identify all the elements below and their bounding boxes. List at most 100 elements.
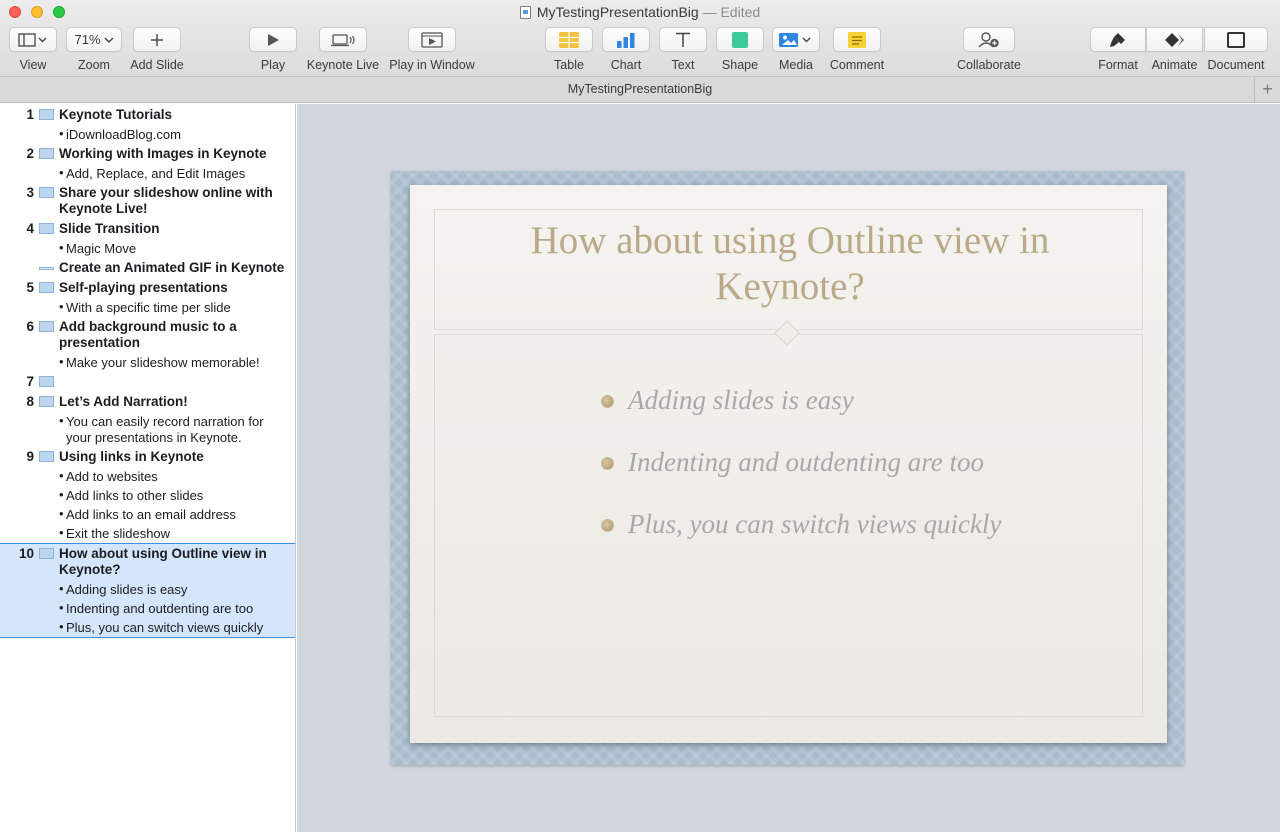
outline-bullet[interactable]: • Adding slides is easy <box>0 580 295 599</box>
new-tab-button[interactable]: + <box>1254 77 1280 102</box>
collaborate-button[interactable]: Collaborate <box>953 27 1025 72</box>
slide-number: 3 <box>26 185 34 200</box>
outline-slide-3[interactable]: 3 Share your slideshow online with Keynot… <box>0 183 295 219</box>
format-brush-icon <box>1090 27 1146 52</box>
outline-slide-row[interactable]: 6 Add background music to a presentation <box>0 317 295 353</box>
comment-icon <box>833 27 881 52</box>
slide-thumbnail-icon[interactable] <box>39 223 54 234</box>
bullet-icon <box>602 396 613 407</box>
outline-bullet[interactable]: • Add, Replace, and Edit Images <box>0 164 295 183</box>
document-button[interactable]: Document <box>1203 27 1269 72</box>
skipped-slide-icon[interactable] <box>39 267 54 270</box>
slide-thumbnail-icon[interactable] <box>39 282 54 293</box>
bullet-dot-icon: • <box>59 126 64 141</box>
bullet-dot-icon: • <box>59 165 64 180</box>
slide-body[interactable]: Adding slides is easy Indenting and outd… <box>602 385 1001 571</box>
zoom-value: 71% <box>74 32 101 47</box>
outline-list: 1 Keynote Tutorials • iDownloadBlog.com 2 Wor… <box>0 104 295 638</box>
outline-slide-row[interactable]: 9 Using links in Keynote <box>0 447 295 467</box>
outline-bullet[interactable]: • Add links to an email address <box>0 505 295 524</box>
zoom-select[interactable]: 71% <box>66 27 122 52</box>
chart-button[interactable]: Chart <box>602 27 650 72</box>
shape-button[interactable]: Shape <box>716 27 764 72</box>
outline-bullet[interactable]: • Add to websites <box>0 467 295 486</box>
animate-button[interactable]: Animate <box>1146 27 1203 72</box>
outline-bullet[interactable]: • Plus, you can switch views quickly <box>0 618 295 637</box>
outline-slide-row[interactable]: 7 <box>0 372 295 392</box>
outline-bullet[interactable]: • Indenting and outdenting are too <box>0 599 295 618</box>
slide-title[interactable]: How about using Outline view in Keynote? <box>480 218 1100 310</box>
slide-thumbnail-icon[interactable] <box>39 396 54 407</box>
slide-bullet[interactable]: Plus, you can switch views quickly <box>602 509 1001 571</box>
outline-slide-6[interactable]: 6 Add background music to a presentation •… <box>0 317 295 372</box>
outline-slide-5[interactable]: 5 Self-playing presentations • With a speci… <box>0 278 295 317</box>
text-icon <box>659 27 707 52</box>
outline-bullet[interactable]: • You can easily record narration for you… <box>0 412 295 447</box>
outline-slide-1[interactable]: 1 Keynote Tutorials • iDownloadBlog.com <box>0 105 295 144</box>
outline-slide-row[interactable]: 4 Slide Transition <box>0 219 295 239</box>
collaborate-icon <box>963 27 1015 52</box>
outline-slide-row[interactable]: 10 How about using Outline view in Keynot… <box>0 544 295 580</box>
outline-bullet[interactable]: • With a specific time per slide <box>0 298 295 317</box>
outline-bullet[interactable]: • Add links to other slides <box>0 486 295 505</box>
slide-thumbnail-icon[interactable] <box>39 148 54 159</box>
slide-canvas[interactable]: How about using Outline view in Keynote?… <box>297 104 1280 832</box>
slide-bullet[interactable]: Adding slides is easy <box>602 385 1001 447</box>
outline-bullet[interactable]: • Magic Move <box>0 239 295 258</box>
window-title: MyTestingPresentationBig — Edited <box>0 4 1280 20</box>
outline-bullet[interactable]: • iDownloadBlog.com <box>0 125 295 144</box>
slide-number: 7 <box>26 374 34 389</box>
format-button[interactable]: Format <box>1090 27 1146 72</box>
slide[interactable]: How about using Outline view in Keynote?… <box>391 171 1184 765</box>
outline-slide-row[interactable]: 5 Self-playing presentations <box>0 278 295 298</box>
play-button[interactable]: Play <box>249 27 297 72</box>
slide-thumbnail-icon[interactable] <box>39 321 54 332</box>
outline-slide-skipped[interactable]: Create an Animated GIF in Keynote <box>0 258 295 278</box>
slide-bullet[interactable]: Indenting and outdenting are too <box>602 447 1001 509</box>
outline-slide-row[interactable]: Create an Animated GIF in Keynote <box>0 258 295 278</box>
bullet-dot-icon: • <box>59 487 64 502</box>
outline-slide-7[interactable]: 7 <box>0 372 295 392</box>
outline-slide-2[interactable]: 2 Working with Images in Keynote • Add, Rep… <box>0 144 295 183</box>
text-button[interactable]: Text <box>659 27 707 72</box>
view-button[interactable]: View <box>8 27 58 72</box>
outline-bullet[interactable]: • Make your slideshow memorable! <box>0 353 295 372</box>
media-button[interactable]: Media <box>772 27 820 72</box>
outline-slide-8[interactable]: 8 Let’s Add Narration! • You can easily rec… <box>0 392 295 447</box>
plus-icon <box>133 27 181 52</box>
slide-paper: How about using Outline view in Keynote?… <box>410 185 1167 743</box>
slide-thumbnail-icon[interactable] <box>39 187 54 198</box>
toolbar: MyTestingPresentationBig — Edited View 7… <box>0 0 1280 77</box>
outline-sidebar: 1 Keynote Tutorials • iDownloadBlog.com 2 Wor… <box>0 104 296 832</box>
slide-thumbnail-icon[interactable] <box>39 451 54 462</box>
zoom-control[interactable]: 71% Zoom <box>66 27 122 72</box>
outline-bullet[interactable]: • Exit the slideshow <box>0 524 295 543</box>
outline-slide-4[interactable]: 4 Slide Transition • Magic Move <box>0 219 295 258</box>
outline-slide-9[interactable]: 9 Using links in Keynote • Add to websites •… <box>0 447 295 543</box>
keynote-live-button[interactable]: Keynote Live <box>306 27 380 72</box>
play-window-icon <box>408 27 456 52</box>
animate-icon <box>1146 27 1203 52</box>
outline-slide-row[interactable]: 8 Let’s Add Narration! <box>0 392 295 412</box>
outline-slide-10[interactable]: 10 How about using Outline view in Keynot… <box>0 543 295 638</box>
slide-number: 2 <box>26 146 34 161</box>
slide-number: 9 <box>26 449 34 464</box>
play-in-window-button[interactable]: Play in Window <box>388 27 476 72</box>
slide-number: 4 <box>26 221 34 236</box>
outline-slide-row[interactable]: 1 Keynote Tutorials <box>0 105 295 125</box>
bullet-dot-icon: • <box>59 413 64 428</box>
slide-thumbnail-icon[interactable] <box>39 548 54 559</box>
bullet-dot-icon: • <box>59 468 64 483</box>
comment-button[interactable]: Comment <box>827 27 887 72</box>
outline-slide-row[interactable]: 3 Share your slideshow online with Keynot… <box>0 183 295 219</box>
bullet-dot-icon: • <box>59 581 64 596</box>
add-slide-button[interactable]: Add Slide <box>128 27 186 72</box>
bullet-dot-icon: • <box>59 525 64 540</box>
bullet-dot-icon: • <box>59 619 64 634</box>
table-button[interactable]: Table <box>545 27 593 72</box>
slide-thumbnail-icon[interactable] <box>39 109 54 120</box>
slide-thumbnail-icon[interactable] <box>39 376 54 387</box>
tab-document[interactable]: MyTestingPresentationBig <box>0 82 1280 96</box>
table-icon <box>545 27 593 52</box>
outline-slide-row[interactable]: 2 Working with Images in Keynote <box>0 144 295 164</box>
